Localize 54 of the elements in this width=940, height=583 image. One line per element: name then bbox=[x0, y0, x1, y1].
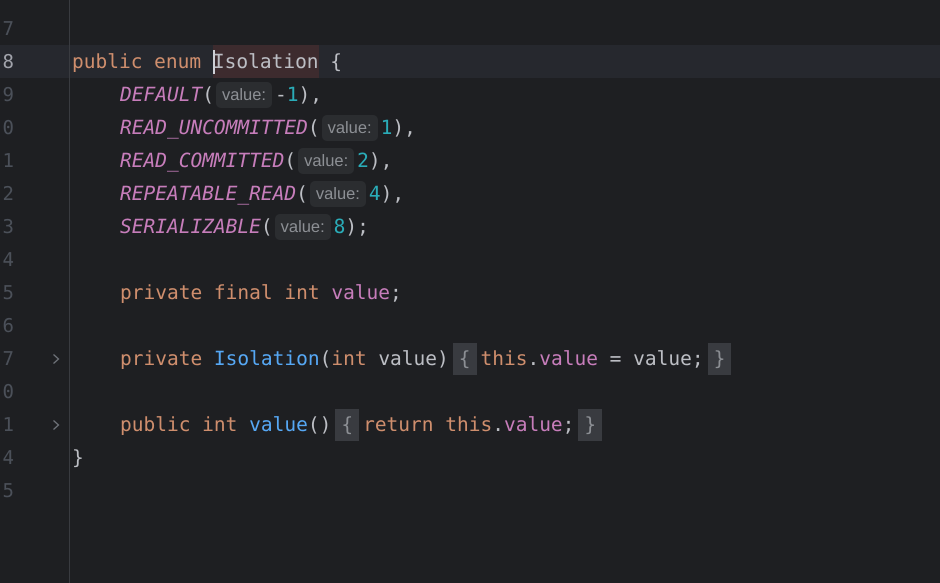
code-text: } bbox=[72, 445, 84, 471]
keyword: int bbox=[331, 346, 368, 372]
code-text: . bbox=[527, 346, 540, 372]
code-text: . bbox=[492, 412, 504, 438]
code-text: ), bbox=[368, 148, 392, 174]
number-literal: 2 bbox=[357, 148, 369, 174]
field-name: value bbox=[331, 280, 390, 306]
folded-code-block[interactable]: } bbox=[578, 408, 602, 440]
code-text: ( bbox=[296, 181, 308, 207]
parameter-hint: value: bbox=[274, 214, 331, 240]
keyword: private bbox=[120, 346, 204, 372]
code-text: value) bbox=[378, 346, 449, 372]
parameter-hint: value: bbox=[310, 180, 366, 206]
enum-constant: SERIALIZABLE bbox=[120, 214, 261, 240]
folded-code-block[interactable]: { bbox=[452, 342, 477, 374]
identifier: Isolation bbox=[212, 45, 319, 78]
code-text: ( bbox=[260, 214, 273, 240]
code-text: ( bbox=[284, 148, 296, 174]
enum-constant: READ_COMMITTED bbox=[120, 148, 284, 174]
code-text: ), bbox=[298, 82, 322, 108]
code-text: ); bbox=[345, 214, 369, 240]
code-text: - bbox=[274, 82, 287, 108]
parameter-hint: value: bbox=[298, 148, 354, 174]
keyword: private final int bbox=[120, 280, 321, 306]
code-text: ), bbox=[392, 115, 416, 141]
method-name: value bbox=[249, 412, 308, 438]
folded-code-block[interactable]: } bbox=[708, 342, 732, 374]
number-literal: 4 bbox=[368, 181, 381, 207]
keyword: public int bbox=[120, 412, 238, 438]
number-literal: 1 bbox=[286, 82, 298, 108]
field-name: value bbox=[504, 412, 563, 438]
enum-constant: DEFAULT bbox=[120, 82, 202, 108]
line-number: 8 bbox=[2, 50, 14, 72]
enum-constant: READ_UNCOMMITTED bbox=[120, 115, 308, 141]
parameter-hint: value: bbox=[216, 82, 272, 108]
code-text: ), bbox=[380, 181, 404, 207]
enum-constant: REPEATABLE_READ bbox=[120, 181, 296, 207]
keyword: return this bbox=[363, 412, 492, 438]
code-text: ( bbox=[308, 115, 320, 141]
keyword: this bbox=[480, 346, 528, 372]
field-name: value bbox=[539, 346, 598, 372]
code-text: ; bbox=[390, 280, 402, 306]
code-text: ; bbox=[562, 412, 574, 438]
code-text: ( bbox=[320, 346, 332, 372]
parameter-hint: value: bbox=[322, 114, 378, 140]
code-text: = value; bbox=[608, 346, 704, 372]
number-literal: 1 bbox=[380, 115, 392, 141]
method-name: Isolation bbox=[214, 346, 320, 372]
code-text: ( bbox=[202, 82, 214, 108]
code-text: { bbox=[329, 49, 342, 75]
folded-code-block[interactable]: { bbox=[335, 408, 360, 440]
keyword: public enum bbox=[72, 49, 202, 75]
code-text: () bbox=[308, 412, 332, 438]
number-literal: 8 bbox=[334, 214, 346, 240]
